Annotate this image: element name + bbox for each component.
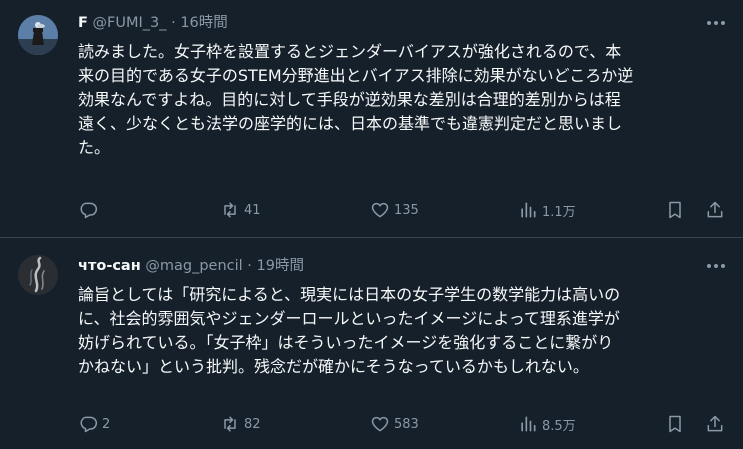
tweet[interactable]: F @FUMI_3_ · 16時間 読みました。女子枠を設置するとジェンダーバイ… (0, 0, 743, 237)
retweet-icon (224, 202, 236, 218)
tweet-header: F @FUMI_3_ · 16時間 (78, 13, 683, 33)
like-button[interactable]: 583 (370, 412, 419, 436)
tweet-text-line: 妨げられている。「女子枠」はそういったイメージを強化することに繋がり (78, 333, 614, 352)
retweet-button[interactable]: 41 (220, 198, 261, 222)
retweet-button[interactable]: 82 (220, 412, 261, 436)
share-icon (707, 415, 723, 432)
tweet-text-line: 論旨としては「研究によると、現実には日本の女子学生の数学能力は高いの (78, 285, 621, 304)
avatar[interactable] (18, 255, 58, 295)
reply-icon (80, 416, 98, 433)
tweet-text-line: かねない」という批判。残念だが確かにそうなっているかもしれない。 (78, 357, 589, 376)
display-name[interactable]: что-сан (78, 258, 141, 274)
like-icon (371, 416, 389, 432)
bookmark-icon (669, 415, 681, 433)
timestamp[interactable]: 19時間 (257, 258, 304, 274)
share-button[interactable] (705, 412, 725, 436)
separator-dot: · (247, 258, 252, 274)
reply-count: 2 (102, 416, 111, 432)
reply-button[interactable]: 2 (78, 412, 110, 436)
more-icon[interactable] (703, 256, 729, 276)
tweet-text-line: 効果なんですよね。目的に対して手段が逆効果な差別は合理的差別からは程 (78, 90, 621, 109)
more-icon[interactable] (703, 13, 729, 33)
views-count: 8.5万 (542, 418, 576, 434)
action-bar: 41 135 1.1万 (78, 198, 738, 222)
share-icon (707, 201, 723, 218)
like-count: 135 (394, 202, 419, 218)
tweet-text-line: 遠く、少なくとも法学の座学的には、日本の基準でも違憲判定だと思いまし (78, 114, 623, 133)
tweet-text: 論旨としては「研究によると、現実には日本の女子学生の数学能力は高いの に、社会的… (78, 283, 718, 379)
user-handle[interactable]: @FUMI_3_ (93, 15, 167, 31)
bookmark-button[interactable] (665, 412, 685, 436)
tweet-text: 読みました。女子枠を設置するとジェンダーバイアスが強化されるので、本 来の目的で… (78, 40, 718, 160)
views-count: 1.1万 (542, 204, 576, 220)
views-button[interactable]: 1.1万 (518, 198, 576, 222)
action-bar: 2 82 583 8.5万 (78, 412, 738, 436)
reply-button[interactable] (78, 198, 102, 222)
views-icon (521, 416, 536, 432)
bookmark-button[interactable] (665, 198, 685, 222)
user-handle[interactable]: @mag_pencil (145, 258, 242, 274)
tweet[interactable]: что-сан @mag_pencil · 19時間 論旨としては「研究によると… (0, 238, 743, 449)
share-button[interactable] (705, 198, 725, 222)
retweet-count: 82 (244, 416, 261, 432)
like-count: 583 (394, 416, 419, 432)
separator-dot: · (171, 15, 176, 31)
tweet-text-line: に、社会的雰囲気やジェンダーロールといったイメージによって理系進学が (78, 309, 620, 328)
like-button[interactable]: 135 (370, 198, 419, 222)
timestamp[interactable]: 16時間 (180, 15, 227, 31)
tweet-header: что-сан @mag_pencil · 19時間 (78, 256, 683, 276)
bookmark-icon (669, 201, 681, 219)
tweet-text-line: 来の目的である女子のSTEM分野進出とバイアス排除に効果がないどころか逆 (78, 66, 634, 85)
tweet-text-line: た。 (78, 138, 111, 157)
reply-icon (80, 202, 98, 219)
views-button[interactable]: 8.5万 (518, 412, 576, 436)
like-icon (371, 202, 389, 218)
avatar[interactable] (18, 15, 58, 55)
views-icon (521, 202, 536, 218)
retweet-icon (224, 416, 236, 432)
retweet-count: 41 (244, 202, 261, 218)
tweet-text-line: 読みました。女子枠を設置するとジェンダーバイアスが強化されるので、本 (78, 42, 622, 61)
display-name[interactable]: F (78, 15, 88, 31)
